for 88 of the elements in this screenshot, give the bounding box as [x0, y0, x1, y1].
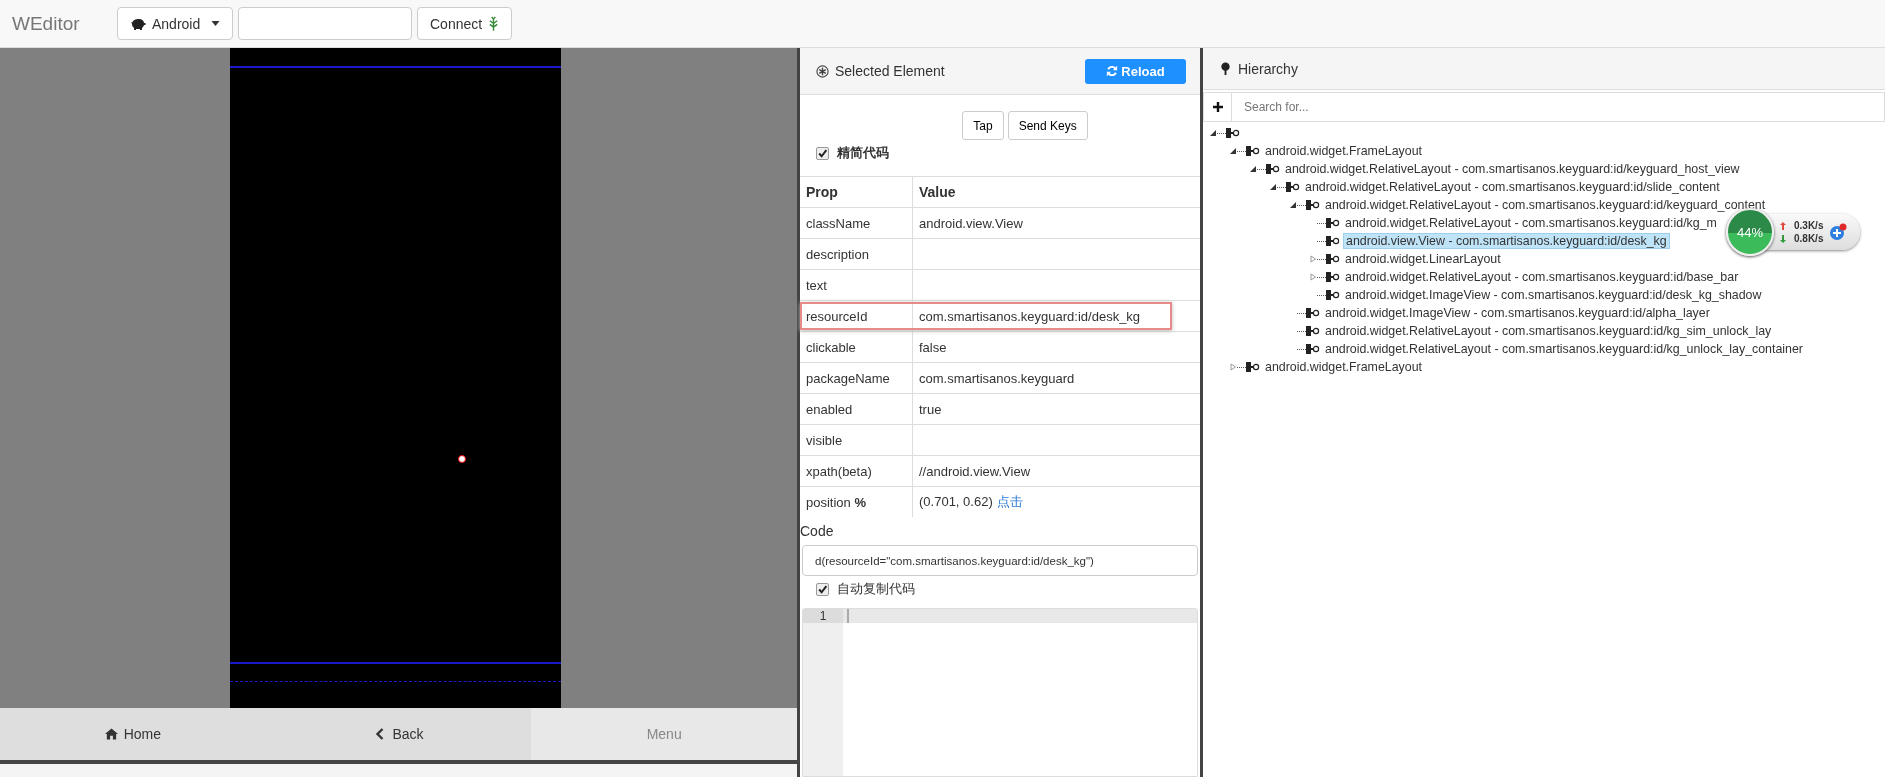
collapsed-toggle-icon[interactable] [1309, 255, 1317, 263]
code-label: Code [800, 523, 835, 539]
tree-node[interactable]: android.widget.LinearLayout [1343, 252, 1503, 266]
tree-node[interactable]: android.widget.RelativeLayout - com.smartisanos.keyguard:id/keyguard_content [1323, 198, 1768, 212]
prop-value: (0.701, 0.62) [919, 494, 993, 509]
prop-name: position % [806, 494, 866, 510]
collapsed-toggle-icon[interactable] [1229, 363, 1237, 371]
node-icon [1326, 254, 1340, 264]
node-icon [1326, 272, 1340, 282]
node-icon [1266, 164, 1280, 174]
click-link[interactable]: 点击 [996, 494, 1023, 509]
node-icon [1326, 290, 1340, 300]
prop-name: xpath(beta) [806, 463, 872, 479]
caret-icon [211, 21, 220, 26]
node-icon [1326, 218, 1340, 228]
collapsed-toggle-icon[interactable] [1309, 273, 1317, 281]
app-title: WEditor [11, 12, 81, 35]
panel-title: Selected Element [816, 63, 945, 79]
add-button[interactable] [1203, 92, 1231, 122]
prop-name: packageName [806, 370, 890, 386]
piggy-bank-icon [130, 17, 146, 30]
back-button[interactable]: Back [265, 708, 532, 760]
tree-node[interactable]: android.widget.RelativeLayout - com.smartisanos.keyguard:id/kg_m [1343, 216, 1719, 230]
code-editor[interactable]: 1 [802, 608, 1198, 777]
prop-value: android.view.View [919, 215, 1023, 231]
tree-node[interactable]: android.widget.RelativeLayout - com.smartisanos.keyguard:id/kg_sim_unlock_lay [1323, 324, 1774, 338]
arrow-down-icon [1780, 234, 1786, 243]
node-icon [1306, 344, 1320, 354]
column-header: Prop [800, 176, 913, 208]
tree-node[interactable]: android.widget.FrameLayout [1263, 144, 1425, 158]
checkbox-label: 自动复制代码 [837, 580, 915, 598]
column-header: Value [912, 176, 1200, 208]
connect-button[interactable]: Connect [417, 7, 513, 40]
line-number: 1 [803, 609, 843, 623]
tree-node[interactable]: android.widget.RelativeLayout - com.smartisanos.keyguard:id/base_bar [1343, 270, 1741, 284]
tree-icon [1219, 62, 1232, 75]
platform-dropdown[interactable]: Android [117, 7, 233, 40]
prop-value: //android.view.View [919, 463, 1031, 479]
download-rate: 0.8K/s [1794, 233, 1824, 244]
action-button[interactable]: Tap [962, 111, 1004, 140]
checkbox[interactable] [816, 582, 829, 596]
tree-node[interactable]: android.view.View - com.smartisanos.keyguard:id/desk_kg [1343, 233, 1670, 249]
device-field[interactable] [238, 7, 412, 40]
node-icon [1306, 308, 1320, 318]
expanded-toggle-icon[interactable] [1269, 183, 1277, 191]
tree-node[interactable]: android.widget.RelativeLayout - com.smartisanos.keyguard:id/keyguard_host_view [1283, 162, 1742, 176]
upload-rate: 0.3K/s [1794, 220, 1824, 231]
percent-text: 44% [1737, 224, 1763, 240]
tree-node[interactable]: android.widget.RelativeLayout - com.smartisanos.keyguard:id/slide_content [1303, 180, 1722, 194]
code-field[interactable]: d(resourceId="com.smartisanos.keyguard:id/desk_kg") [802, 545, 1198, 576]
node-icon [1246, 362, 1260, 372]
tree-node[interactable]: android.widget.ImageView - com.smartisanos.keyguard:id/desk_kg_shadow [1343, 288, 1764, 302]
wheat-icon [488, 16, 500, 31]
prop-name: visible [806, 432, 843, 448]
home-button[interactable]: Home [0, 708, 266, 760]
node-icon [1326, 236, 1340, 246]
expanded-toggle-icon[interactable] [1209, 129, 1217, 137]
action-button[interactable]: Send Keys [1007, 111, 1088, 140]
tree-node[interactable]: android.widget.RelativeLayout - com.smartisanos.keyguard:id/kg_unlock_lay_container [1323, 342, 1805, 356]
prop-value: true [919, 401, 942, 417]
expanded-toggle-icon[interactable] [1229, 147, 1237, 155]
plus-badge-icon [1829, 223, 1848, 241]
node-icon [1246, 146, 1260, 156]
node-icon [1306, 326, 1320, 336]
prop-value: false [919, 339, 947, 355]
node-icon [1306, 200, 1320, 210]
prop-name: description [806, 246, 869, 262]
prop-value: com.smartisanos.keyguard:id/desk_kg [919, 308, 1141, 324]
prop-name: text [806, 277, 827, 293]
house-icon [104, 728, 118, 740]
checkbox-label: 精简代码 [837, 144, 889, 162]
prop-name: resourceId [806, 308, 868, 324]
tree-node[interactable]: android.widget.FrameLayout [1263, 360, 1425, 374]
prop-name: clickable [806, 339, 856, 355]
plus-icon [1212, 102, 1223, 112]
node-icon [1226, 128, 1240, 138]
node-icon [1286, 182, 1300, 192]
prop-name: className [806, 215, 871, 231]
checkbox[interactable] [816, 146, 829, 160]
expanded-toggle-icon[interactable] [1289, 201, 1297, 209]
expanded-toggle-icon[interactable] [1249, 165, 1257, 173]
tree-node[interactable]: android.widget.ImageView - com.smartisanos.keyguard:id/alpha_layer [1323, 306, 1712, 320]
prop-value: com.smartisanos.keyguard [919, 370, 1075, 386]
arrow-up-icon [1780, 221, 1786, 230]
prop-name: enabled [806, 401, 853, 417]
panel-title: Hierarchy [1219, 60, 1298, 77]
refresh-icon [1106, 65, 1119, 77]
target-icon [816, 64, 829, 78]
